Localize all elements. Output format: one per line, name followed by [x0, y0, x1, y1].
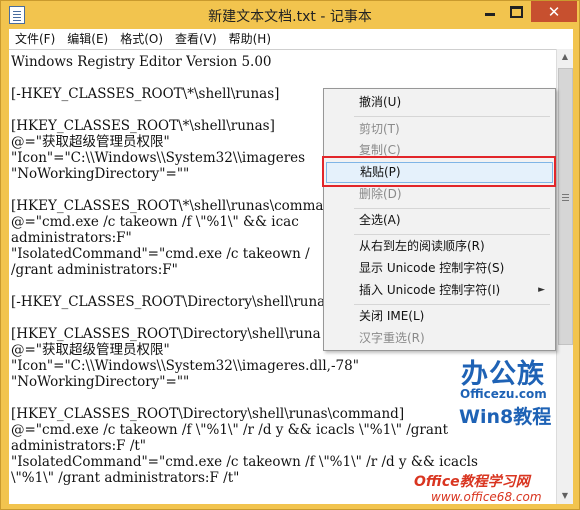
text-line: /grant administrators:F": [11, 262, 178, 278]
close-button[interactable]: ✕: [531, 1, 577, 22]
text-line: @="cmd.exe /c takeown /f \"%1\" /r /d y …: [11, 422, 449, 438]
text-line: [HKEY_CLASSES_ROOT\*\shell\runas]: [11, 118, 275, 134]
ctx-separator: [354, 304, 550, 305]
text-line: \"%1\" /grant administrators:F /t": [11, 470, 240, 486]
text-line: [HKEY_CLASSES_ROOT\*\shell\runas\command: [11, 198, 341, 214]
ctx-delete[interactable]: 删除(D): [326, 184, 553, 205]
ctx-insert-unicode[interactable]: 插入 Unicode 控制字符(I) ►: [326, 280, 553, 301]
menu-file[interactable]: 文件(F): [9, 29, 61, 49]
maximize-icon: [509, 5, 523, 18]
submenu-arrow-icon: ►: [538, 285, 545, 295]
text-line: [HKEY_CLASSES_ROOT\Directory\shell\runa: [11, 326, 321, 342]
text-line: administrators:F": [11, 230, 132, 246]
ctx-insert-unicode-label: 插入 Unicode 控制字符(I): [359, 283, 501, 297]
text-line: @="获取超级管理员权限": [11, 134, 170, 150]
watermark-subtitle: Win8教程: [459, 406, 552, 428]
menu-view[interactable]: 查看(V): [169, 29, 223, 49]
text-line: [HKEY_CLASSES_ROOT\Directory\shell\runas…: [11, 406, 405, 422]
watermark-bottom: Office教程学习网: [414, 474, 530, 490]
ctx-separator: [354, 208, 550, 209]
text-line: "Icon"="C:\\Windows\\System32\\imageres.…: [11, 358, 359, 374]
menu-help[interactable]: 帮助(H): [223, 29, 277, 49]
text-line: "IsolatedCommand"="cmd.exe /c takeown /: [11, 246, 310, 262]
text-line: "Icon"="C:\\Windows\\System32\\imageres: [11, 150, 306, 166]
title-bar[interactable]: 新建文本文档.txt - 记事本 ✕: [1, 1, 579, 29]
close-icon: ✕: [547, 2, 561, 21]
ctx-rtl-reading[interactable]: 从右到左的阅读顺序(R): [326, 236, 553, 257]
watermark-site: Officezu.com: [460, 387, 547, 401]
text-line: administrators:F /t": [11, 438, 146, 454]
text-line: Windows Registry Editor Version 5.00: [11, 54, 272, 70]
ctx-separator: [354, 116, 550, 117]
maximize-button[interactable]: [503, 1, 529, 22]
vertical-scrollbar[interactable]: ▲ ▼: [556, 49, 573, 504]
text-line: @="获取超级管理员权限": [11, 342, 170, 358]
scroll-down-arrow-icon[interactable]: ▼: [557, 488, 573, 504]
menu-bar: 文件(F) 编辑(E) 格式(O) 查看(V) 帮助(H): [9, 29, 573, 49]
text-line: [-HKEY_CLASSES_ROOT\*\shell\runas]: [11, 86, 280, 102]
ctx-undo[interactable]: 撤消(U): [326, 92, 553, 113]
notepad-window: 新建文本文档.txt - 记事本 ✕ 文件(F) 编辑(E) 格式(O) 查看(…: [0, 0, 580, 510]
ctx-paste[interactable]: 粘贴(P): [326, 162, 553, 183]
scroll-thumb[interactable]: [558, 68, 573, 345]
watermark-title: 办公族: [461, 359, 545, 390]
context-menu: 撤消(U) 剪切(T) 复制(C) 粘贴(P) 删除(D) 全选(A) 从右到左…: [323, 88, 556, 351]
menu-edit[interactable]: 编辑(E): [61, 29, 114, 49]
menu-format[interactable]: 格式(O): [114, 29, 169, 49]
text-line: "NoWorkingDirectory"="": [11, 166, 190, 182]
ctx-separator: [354, 234, 550, 235]
ctx-reconversion[interactable]: 汉字重选(R): [326, 328, 553, 349]
ctx-show-unicode[interactable]: 显示 Unicode 控制字符(S): [326, 258, 553, 279]
text-line: [-HKEY_CLASSES_ROOT\Directory\shell\runa: [11, 294, 326, 310]
ctx-cut[interactable]: 剪切(T): [326, 119, 553, 140]
text-line: "NoWorkingDirectory"="": [11, 374, 190, 390]
ctx-select-all[interactable]: 全选(A): [326, 210, 553, 231]
watermark-url: www.office68.com: [431, 490, 542, 504]
scroll-up-arrow-icon[interactable]: ▲: [557, 49, 573, 65]
ctx-close-ime[interactable]: 关闭 IME(L): [326, 306, 553, 327]
text-line: "IsolatedCommand"="cmd.exe /c takeown /f…: [11, 454, 478, 470]
minimize-button[interactable]: [477, 1, 503, 22]
minimize-icon: [485, 13, 495, 16]
text-line: @="cmd.exe /c takeown /f \"%1\" && icac: [11, 214, 299, 230]
ctx-copy[interactable]: 复制(C): [326, 140, 553, 161]
